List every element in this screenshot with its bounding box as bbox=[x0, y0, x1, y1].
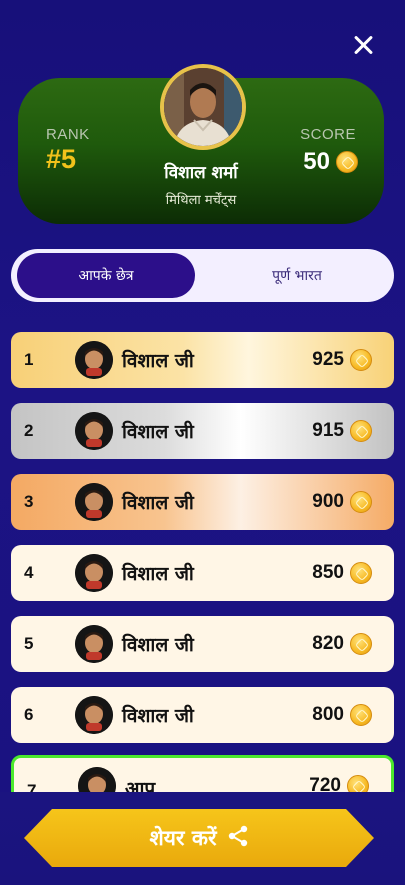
points-value: 850 bbox=[312, 562, 344, 583]
row-name: विशाल जी bbox=[122, 634, 194, 656]
leaderboard-row-5[interactable]: 5 विशाल जी 820 bbox=[11, 616, 394, 672]
row-name: आप bbox=[125, 778, 156, 792]
shop-name: मिथिला मर्चेंट्स bbox=[165, 193, 237, 208]
row-position: 7 bbox=[27, 781, 37, 792]
row-position: 1 bbox=[24, 350, 34, 369]
coin-icon bbox=[350, 562, 372, 584]
row-position: 2 bbox=[24, 421, 34, 440]
leaderboard-row-1[interactable]: 1 विशाल जी 925 bbox=[11, 332, 394, 388]
row-position: 3 bbox=[24, 492, 34, 511]
avatar bbox=[75, 696, 113, 734]
avatar bbox=[75, 341, 113, 379]
coin-icon bbox=[350, 633, 372, 655]
row-name: विशाल जी bbox=[122, 350, 194, 372]
coin-icon bbox=[347, 775, 369, 792]
row-points: 900 bbox=[312, 491, 372, 513]
region-tabs: आपके छेत्र पूर्ण भारत bbox=[11, 249, 394, 302]
score-label: SCORE bbox=[300, 126, 356, 143]
leaderboard-row-self[interactable]: 7 आप 720 bbox=[11, 755, 394, 792]
close-icon[interactable] bbox=[351, 32, 377, 58]
row-name: विशाल जी bbox=[122, 705, 194, 727]
row-name: विशाल जी bbox=[122, 492, 194, 514]
points-value: 915 bbox=[312, 420, 344, 441]
avatar bbox=[78, 767, 116, 792]
leaderboard-row-2[interactable]: 2 विशाल जी 915 bbox=[11, 403, 394, 459]
points-value: 720 bbox=[309, 775, 341, 792]
coin-icon bbox=[350, 420, 372, 442]
leaderboard-row-6[interactable]: 6 विशाल जी 800 bbox=[11, 687, 394, 743]
row-position: 6 bbox=[24, 705, 34, 724]
user-name: विशाल शर्मा bbox=[164, 163, 238, 183]
avatar bbox=[75, 625, 113, 663]
row-points: 800 bbox=[312, 704, 372, 726]
share-label: शेयर करें bbox=[149, 826, 217, 850]
row-position: 4 bbox=[24, 563, 34, 582]
row-points: 720 bbox=[309, 775, 369, 792]
points-value: 800 bbox=[312, 704, 344, 725]
points-value: 900 bbox=[312, 491, 344, 512]
row-name: विशाल जी bbox=[122, 563, 194, 585]
avatar bbox=[75, 554, 113, 592]
leaderboard-list[interactable]: 1 विशाल जी 925 2 विशाल जी 915 3 विशाल जी… bbox=[0, 332, 405, 792]
leaderboard-row-4[interactable]: 4 विशाल जी 850 bbox=[11, 545, 394, 601]
share-button[interactable]: शेयर करें bbox=[24, 809, 374, 867]
share-icon bbox=[227, 825, 249, 851]
coin-icon bbox=[350, 704, 372, 726]
row-points: 925 bbox=[312, 349, 372, 371]
row-points: 850 bbox=[312, 562, 372, 584]
avatar bbox=[75, 412, 113, 450]
points-value: 925 bbox=[312, 349, 344, 370]
tab-all-india[interactable]: पूर्ण भारत bbox=[208, 253, 386, 298]
coin-icon bbox=[350, 349, 372, 371]
coin-icon bbox=[350, 491, 372, 513]
row-name: विशाल जी bbox=[122, 421, 194, 443]
avatar bbox=[75, 483, 113, 521]
points-value: 820 bbox=[312, 633, 344, 654]
tab-my-region[interactable]: आपके छेत्र bbox=[17, 253, 195, 298]
row-points: 915 bbox=[312, 420, 372, 442]
profile-avatar bbox=[160, 64, 246, 150]
leaderboard-row-3[interactable]: 3 विशाल जी 900 bbox=[11, 474, 394, 530]
rank-label: RANK bbox=[46, 126, 90, 143]
row-points: 820 bbox=[312, 633, 372, 655]
row-position: 5 bbox=[24, 634, 34, 653]
